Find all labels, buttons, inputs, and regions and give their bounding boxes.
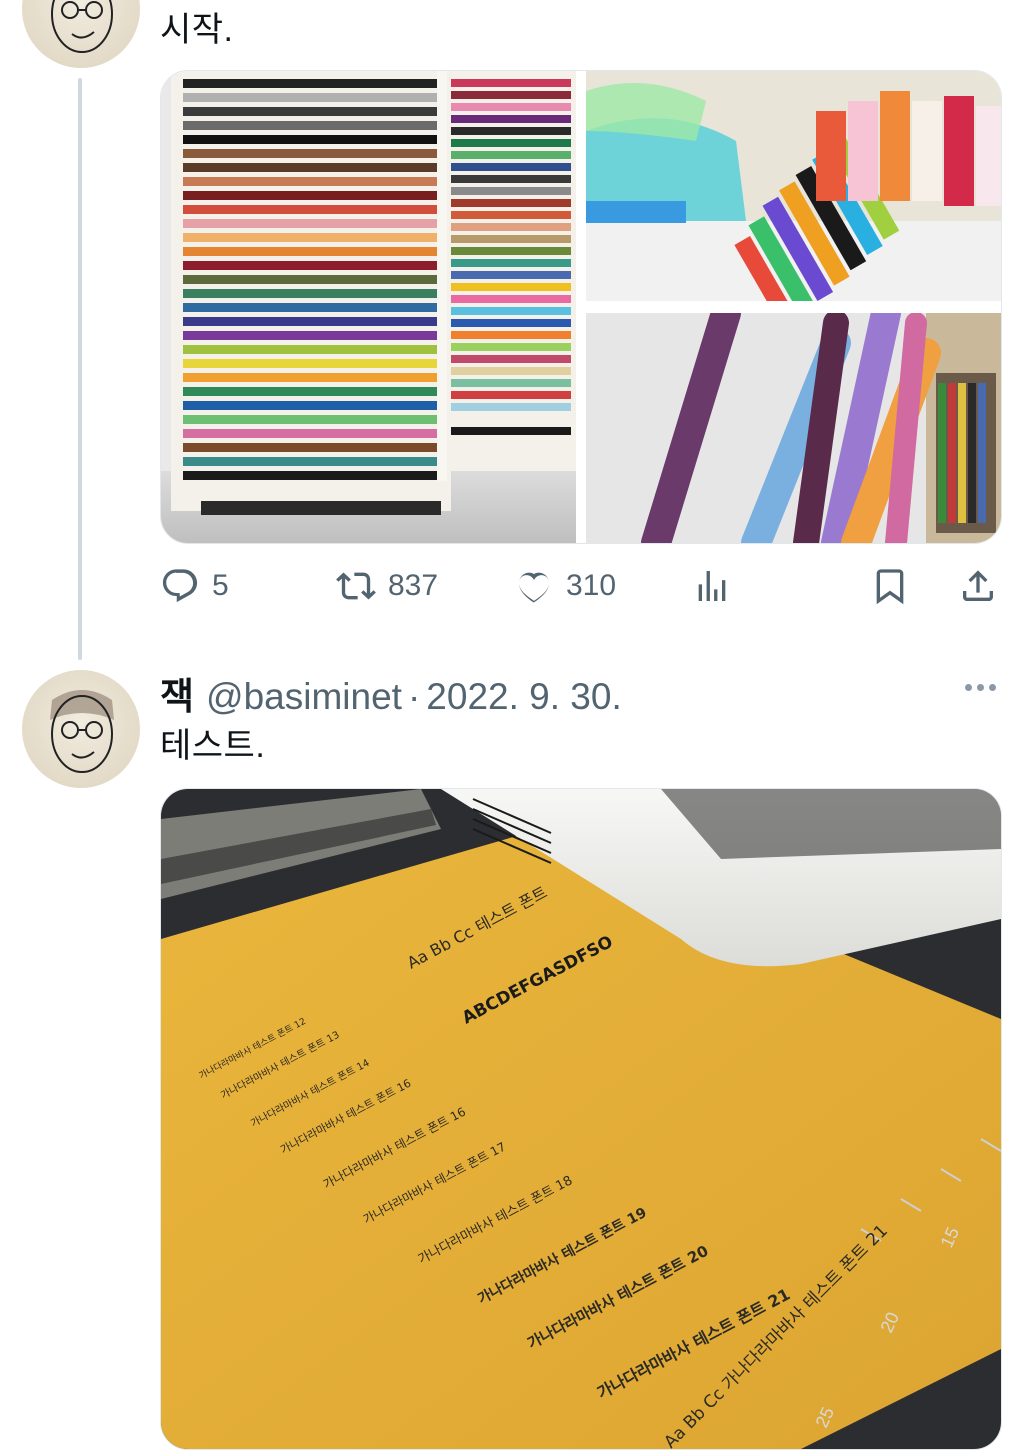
avatar-face-drawing: [50, 690, 114, 773]
display-name[interactable]: 잭: [160, 666, 194, 720]
photo-pool-noodles[interactable]: [586, 313, 1001, 543]
retweet-count: 837: [388, 569, 439, 602]
share-button[interactable]: [958, 562, 998, 610]
retweet-icon: [336, 572, 376, 600]
like-button[interactable]: 310: [514, 562, 616, 610]
heart-icon: [518, 572, 550, 603]
more-icon: [964, 683, 972, 691]
reply-button[interactable]: 5: [160, 562, 229, 610]
comment-icon: [162, 569, 198, 603]
bookmark-icon: [876, 569, 904, 605]
tweet-header: 잭 @basiminet · 2022. 9. 30.: [160, 666, 622, 720]
more-icon: [988, 683, 996, 691]
photo-foam-sticks[interactable]: [586, 71, 1001, 301]
avatar-face-drawing: [51, 0, 113, 53]
bookmark-button[interactable]: [870, 562, 910, 610]
tweet-media-photo[interactable]: 15 20 25 Aa Bb Cc 테스트 폰트 ABCDEFGASDFSO 가…: [160, 788, 1002, 1450]
user-handle[interactable]: @basiminet: [206, 676, 402, 718]
more-icon: [976, 683, 984, 691]
share-icon: [963, 570, 993, 601]
tweet-text: 시작.: [160, 11, 234, 49]
views-button[interactable]: [692, 562, 732, 610]
photo-paper-shelf[interactable]: [161, 71, 576, 543]
reply-count: 5: [212, 569, 229, 602]
avatar[interactable]: [22, 0, 140, 68]
tweet-media-grid[interactable]: [160, 70, 1002, 544]
header-separator: ·: [407, 676, 421, 717]
thread-connector-line: [78, 78, 82, 660]
photo-felt-printer: 15 20 25 Aa Bb Cc 테스트 폰트 ABCDEFGASDFSO 가…: [161, 789, 1001, 1449]
avatar[interactable]: [22, 670, 140, 788]
more-options-button[interactable]: [958, 672, 1002, 702]
like-count: 310: [566, 569, 617, 602]
tweet-date[interactable]: 2022. 9. 30.: [426, 676, 621, 718]
views-icon: [698, 571, 726, 601]
retweet-button[interactable]: 837: [336, 562, 438, 610]
tweet-text: 테스트.: [160, 727, 266, 765]
